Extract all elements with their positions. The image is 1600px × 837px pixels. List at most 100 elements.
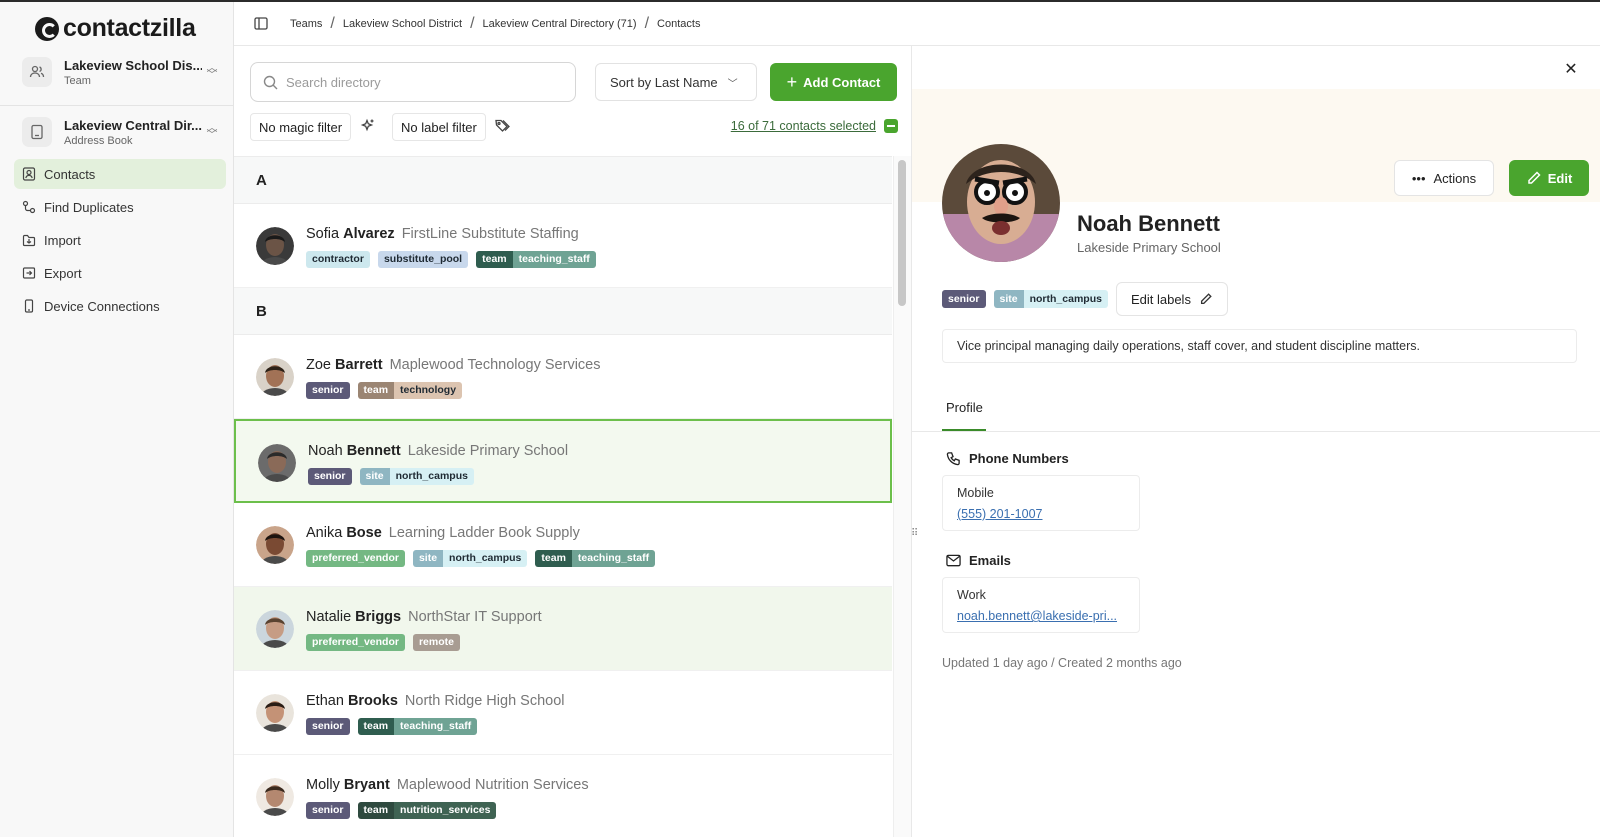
team-switcher[interactable]: Lakeview School Dis... Team ︿ ﹀ xyxy=(16,48,222,96)
email-link[interactable]: noah.bennett@lakeside-pri... xyxy=(957,609,1125,623)
mail-icon xyxy=(946,554,961,567)
selected-count-link[interactable]: 16 of 71 contacts selected xyxy=(731,119,898,133)
scrollbar-thumb[interactable] xyxy=(898,160,906,306)
label-badge-text: substitute_pool xyxy=(377,251,469,268)
breadcrumb: Teams / Lakeview School District / Lakev… xyxy=(290,15,700,33)
label-badge: contractor xyxy=(306,251,370,268)
letter-header: B xyxy=(234,288,892,335)
first-name: Sofia xyxy=(306,226,340,242)
email-type: Work xyxy=(957,588,986,602)
label-badge-text: site xyxy=(993,290,1024,308)
edit-labels-label: Edit labels xyxy=(1130,291,1191,307)
contact-list-pane: Sort by Last Name ﹀ + Add Contact No mag… xyxy=(234,46,911,837)
sidebar-item-device-connections[interactable]: Device Connections xyxy=(14,291,226,321)
last-name: Barrett xyxy=(335,357,383,373)
label-filter-label: No label filter xyxy=(401,119,477,135)
contact-labels: senior site north_campus Edit labels xyxy=(942,282,1228,316)
label-badge: senior xyxy=(306,382,350,399)
label-badge-text: teaching_staff xyxy=(571,550,656,567)
select-all-checkbox[interactable] xyxy=(884,119,898,133)
label-badge: senior xyxy=(942,290,986,308)
sidebar-item-label: Contacts xyxy=(44,166,96,182)
breadcrumb-item[interactable]: Lakeview Central Directory (71) xyxy=(483,18,637,30)
sidebar-divider xyxy=(0,105,234,106)
sort-dropdown[interactable]: Sort by Last Name ﹀ xyxy=(595,63,757,101)
contact-list: A Sofia Alvarez FirstLine Substitute Staff… xyxy=(234,156,892,837)
addressbook-switcher[interactable]: Lakeview Central Dir... Address Book ︿ ﹀ xyxy=(16,108,222,156)
sparkle-icon[interactable] xyxy=(359,118,377,136)
sidebar-item-label: Export xyxy=(44,265,82,281)
sidebar-item-label: Device Connections xyxy=(44,298,160,314)
app-logo[interactable]: contactzilla xyxy=(35,14,196,43)
label-badge: team teaching_staff xyxy=(476,251,596,268)
label-badge-text: senior xyxy=(306,382,350,399)
contact-row[interactable]: Zoe Barrett Maplewood Technology Services… xyxy=(234,335,892,419)
contact-row[interactable]: Noah Bennett Lakeside Primary School senio… xyxy=(234,419,892,503)
label-badge-text: team xyxy=(535,550,572,567)
contact-row-labels: preferred_vendor site north_campus team teac… xyxy=(306,550,656,567)
selected-count: 16 of 71 contacts selected xyxy=(730,119,876,133)
contact-row-name: Molly Bryant Maplewood Nutrition Services xyxy=(306,777,589,793)
contact-name: Noah Bennett xyxy=(1077,211,1220,236)
contact-row[interactable]: Sofia Alvarez FirstLine Substitute Staffi… xyxy=(234,204,892,288)
add-contact-button[interactable]: + Add Contact xyxy=(770,63,897,101)
contact-row[interactable]: Anika Bose Learning Ladder Book Supply pre… xyxy=(234,503,892,587)
top-bar: Teams / Lakeview School District / Lakev… xyxy=(234,2,1600,46)
plus-icon: + xyxy=(786,72,798,92)
label-badge-text: senior xyxy=(306,718,350,735)
contact-row-org: FirstLine Substitute Staffing xyxy=(401,226,579,242)
edit-button[interactable]: Edit xyxy=(1509,160,1589,196)
emails-heading: Emails xyxy=(946,553,1011,568)
contact-row-name: Zoe Barrett Maplewood Technology Services xyxy=(306,357,601,373)
export-icon xyxy=(22,267,36,279)
sidebar: contactzilla Lakeview School Dis... Team… xyxy=(0,2,234,837)
label-badge-text: team xyxy=(357,718,395,735)
label-badge-text: team xyxy=(357,802,395,819)
contact-row-name: Sofia Alvarez FirstLine Substitute Staffi… xyxy=(306,226,579,242)
magic-filter-label: No magic filter xyxy=(259,119,343,135)
sidebar-item-label: Import xyxy=(44,232,81,248)
label-badge-text: north_campus xyxy=(1023,290,1108,308)
label-list: senior site north_campus xyxy=(942,290,1108,308)
phone-number-link[interactable]: (555) 201-1007 xyxy=(957,507,1125,521)
search-box[interactable] xyxy=(250,62,576,102)
label-badge-text: preferred_vendor xyxy=(306,550,405,567)
book-icon xyxy=(22,117,52,147)
close-icon[interactable]: ✕ xyxy=(1561,59,1581,79)
sidebar-item-contacts[interactable]: Contacts xyxy=(14,159,226,189)
tab-profile[interactable]: Profile xyxy=(946,400,983,415)
edit-labels-button[interactable]: Edit labels xyxy=(1115,282,1228,316)
contact-row[interactable]: Natalie Briggs NorthStar IT Support prefer… xyxy=(234,587,892,671)
contact-avatar xyxy=(256,694,294,732)
breadcrumb-item[interactable]: Teams xyxy=(290,18,322,30)
contact-row-name: Noah Bennett Lakeside Primary School xyxy=(308,443,568,459)
tags-icon[interactable] xyxy=(494,118,512,136)
first-name: Noah xyxy=(308,443,343,459)
slash-separator-icon: / xyxy=(644,14,650,32)
actions-label: Actions xyxy=(1433,170,1477,186)
magic-filter-button[interactable]: No magic filter xyxy=(250,113,352,141)
sidebar-item-find-duplicates[interactable]: Find Duplicates xyxy=(14,192,226,222)
breadcrumb-item[interactable]: Lakeview School District xyxy=(343,18,462,30)
sidebar-item-import[interactable]: Import xyxy=(14,225,226,255)
contact-photo xyxy=(942,144,1060,262)
label-badge-text: teaching_staff xyxy=(512,251,596,268)
add-contact-label: Add Contact xyxy=(803,74,881,90)
sidebar-item-export[interactable]: Export xyxy=(14,258,226,288)
search-input[interactable] xyxy=(286,74,556,90)
sidebar-nav: Contacts Find Duplicates Import Export D… xyxy=(14,159,226,324)
actions-button[interactable]: ••• Actions xyxy=(1394,160,1494,196)
contact-note: Vice principal managing daily operations… xyxy=(942,329,1577,363)
label-filter-button[interactable]: No label filter xyxy=(392,113,486,141)
label-badge: site north_campus xyxy=(412,550,528,567)
label-badge-text: team xyxy=(357,382,395,399)
contact-row[interactable]: Ethan Brooks North Ridge High School senio… xyxy=(234,671,892,755)
contact-row-org: NorthStar IT Support xyxy=(408,609,542,625)
sidebar-toggle-icon[interactable] xyxy=(252,15,270,33)
contact-row-org: North Ridge High School xyxy=(404,693,565,709)
label-badge: senior xyxy=(308,468,352,485)
label-badge: substitute_pool xyxy=(377,251,469,268)
contact-row[interactable]: Molly Bryant Maplewood Nutrition Services… xyxy=(234,755,892,837)
contact-row-name: Anika Bose Learning Ladder Book Supply xyxy=(306,525,580,541)
pencil-icon xyxy=(1527,171,1541,184)
